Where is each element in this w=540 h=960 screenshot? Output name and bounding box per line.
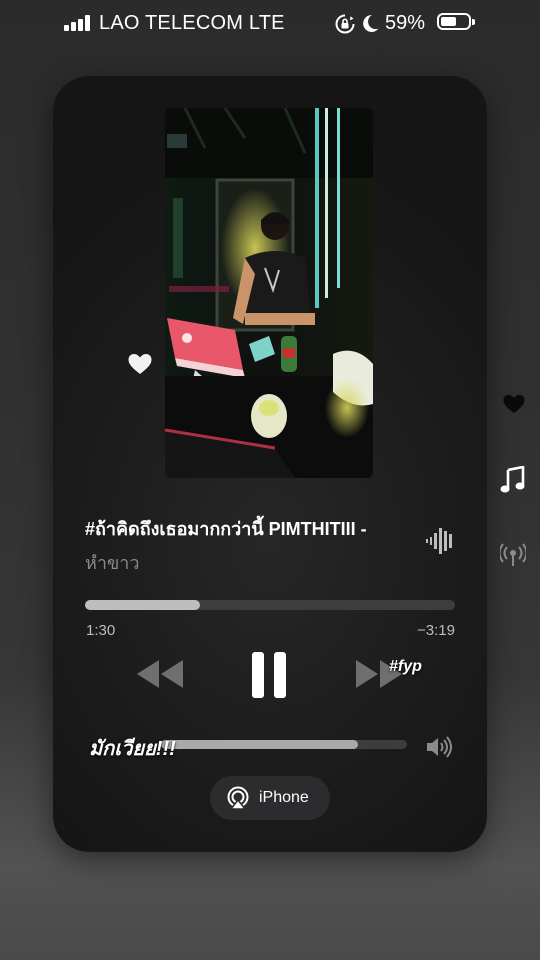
orientation-lock-icon — [335, 14, 355, 34]
broadcast-icon[interactable] — [500, 542, 526, 568]
carrier-label: LAO TELECOM LTE — [99, 12, 285, 34]
album-artwork[interactable] — [165, 108, 373, 478]
volume-slider-fill — [161, 740, 358, 749]
do-not-disturb-moon-icon — [363, 14, 379, 32]
song-artist: หำขาว — [85, 553, 140, 573]
rewind-icon[interactable] — [135, 658, 185, 690]
now-playing-card: #ถ้าคิดถึงเธอมากกว่านี้ PIMTHITIII - หำข… — [53, 76, 487, 852]
battery-icon — [437, 13, 475, 30]
playback-progress-bar[interactable] — [85, 600, 455, 610]
audio-waveform-icon — [426, 528, 452, 554]
song-title: #ถ้าคิดถึงเธอมากกว่านี้ PIMTHITIII - — [85, 519, 367, 539]
volume-slider[interactable] — [161, 740, 407, 749]
signal-bars-icon — [64, 15, 94, 31]
playback-progress-fill — [85, 600, 200, 610]
airplay-device-label: iPhone — [259, 789, 309, 806]
pause-icon[interactable] — [250, 650, 288, 700]
remaining-time: −3:19 — [417, 622, 455, 639]
heart-icon[interactable] — [502, 393, 526, 415]
battery-percent: 59% — [385, 12, 426, 34]
overlay-caption: มักเวียย!!! — [89, 738, 176, 760]
speaker-volume-icon — [427, 736, 452, 758]
video-artwork-dj-booth — [165, 108, 373, 478]
airplay-output-button[interactable]: iPhone — [210, 776, 330, 820]
heart-icon[interactable] — [127, 352, 153, 376]
status-bar: LAO TELECOM LTE 59% — [0, 0, 540, 46]
music-note-icon[interactable] — [500, 466, 526, 494]
overlay-hashtag: #fyp — [389, 658, 422, 675]
battery-level-fill — [441, 17, 457, 26]
elapsed-time: 1:30 — [86, 622, 116, 639]
airplay-icon — [227, 786, 249, 810]
